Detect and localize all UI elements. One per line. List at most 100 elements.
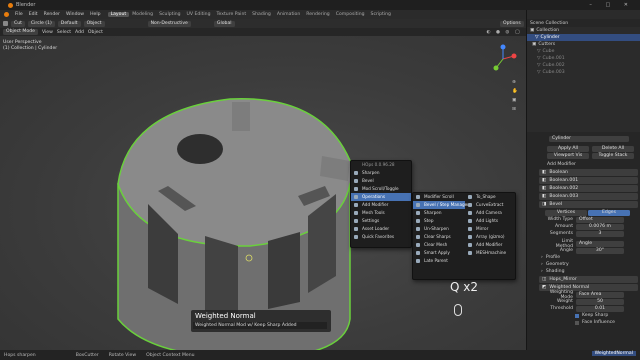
- outliner-header: Scene Collection: [527, 19, 640, 27]
- tab-rendering[interactable]: Rendering: [303, 12, 332, 17]
- menu-help[interactable]: Help: [87, 12, 103, 17]
- options-dropdown[interactable]: Options: [500, 20, 524, 27]
- menu-item-mod-scroll[interactable]: Mod Scroll/Toggle: [351, 185, 411, 193]
- field-width-type[interactable]: Width Type Offset: [527, 216, 640, 223]
- modifier-boolean-003[interactable]: ◧ Boolean.003: [539, 193, 638, 200]
- outliner-item-cube-003[interactable]: ▽ Cube.003: [527, 69, 640, 76]
- outliner-item-cutters[interactable]: ▣ Cutters: [527, 41, 640, 48]
- op-clear-mesh[interactable]: Clear Mesh: [413, 241, 465, 249]
- field-amount[interactable]: Amount 0.0076 m: [527, 223, 640, 230]
- blender-menu-icon[interactable]: [4, 12, 9, 17]
- checkbox-face-influence[interactable]: Face Influence: [527, 319, 640, 326]
- subpanel-geometry[interactable]: › Geometry: [527, 261, 640, 268]
- op-unsharpen[interactable]: Un-Sharpen: [413, 225, 465, 233]
- viewport-nav-icons[interactable]: ⊕ ✋ ▣ ⊞: [512, 78, 518, 114]
- outliner-item-cylinder[interactable]: ▽ Cylinder: [527, 34, 640, 41]
- 3d-viewport[interactable]: User Perspective (1) Collection | Cylind…: [0, 36, 526, 350]
- menu-item-add-modifier[interactable]: Add Modifier: [351, 201, 411, 209]
- menu-object[interactable]: Object: [88, 30, 103, 35]
- sharpen-icon: [354, 171, 358, 175]
- tab-edges[interactable]: Edges: [588, 210, 630, 216]
- modifier-hops-mirror[interactable]: ◫ Hops_Mirror: [539, 276, 638, 283]
- navigation-gizmo[interactable]: [488, 44, 518, 74]
- window-controls[interactable]: – □ ✕: [589, 2, 634, 8]
- menu-edit[interactable]: Edit: [26, 12, 41, 17]
- op-add-camera[interactable]: Add Camera: [465, 209, 515, 217]
- op-modifier-scroll[interactable]: Modifier Scroll: [413, 193, 465, 201]
- field-limit-method[interactable]: Limit Method Angle: [527, 239, 640, 249]
- delete-all-button[interactable]: Delete All: [592, 146, 634, 152]
- tab-animation[interactable]: Animation: [274, 12, 303, 17]
- op-to-shape[interactable]: To_Shape: [465, 193, 515, 201]
- menu-add[interactable]: Add: [75, 30, 84, 35]
- menu-item-asset-loader[interactable]: Asset Loader: [351, 225, 411, 233]
- op-array-gizmo[interactable]: Array (gizmo): [465, 233, 515, 241]
- orientation-dropdown[interactable]: Global: [213, 20, 235, 27]
- properties-editor: Cylinder Apply All Delete All Viewport V…: [527, 132, 640, 350]
- op-mirror[interactable]: Mirror: [465, 225, 515, 233]
- field-threshold[interactable]: Threshold 0.01: [527, 305, 640, 312]
- menu-item-mesh-tools[interactable]: Mesh Tools: [351, 209, 411, 217]
- outliner-item-cube[interactable]: ▽ Cube: [527, 48, 640, 55]
- shape-dropdown[interactable]: Circle (1): [27, 20, 55, 27]
- cut-tool-icon[interactable]: [3, 21, 8, 26]
- op-add-lights[interactable]: Add Lights: [465, 217, 515, 225]
- subpanel-shading[interactable]: › Shading: [527, 268, 640, 275]
- boolean-mode-dropdown[interactable]: Default: [57, 20, 81, 27]
- field-angle[interactable]: Angle 30°: [527, 247, 640, 254]
- method-dropdown[interactable]: Non-Destructive: [147, 20, 191, 27]
- tab-shading[interactable]: Shading: [249, 12, 274, 17]
- menu-view[interactable]: View: [42, 30, 53, 35]
- toggle-stack-button[interactable]: Toggle Stack: [592, 153, 634, 159]
- tab-compositing[interactable]: Compositing: [333, 12, 368, 17]
- object-mode-dropdown[interactable]: Object Mode: [3, 29, 38, 35]
- op-clear-sharps[interactable]: Clear Sharps: [413, 233, 465, 241]
- op-smart-apply[interactable]: Smart Apply: [413, 249, 465, 257]
- tab-uv-editing[interactable]: UV Editing: [184, 12, 214, 17]
- modifier-boolean-001[interactable]: ◧ Boolean.001: [539, 177, 638, 184]
- menu-file[interactable]: File: [12, 12, 26, 17]
- viewport-vis-button[interactable]: Viewport Vis: [547, 153, 589, 159]
- notification-subtitle: Weighted Normal Mod w/ Keep Sharp Added: [193, 322, 327, 329]
- shading-mode-icons[interactable]: ◐ ● ◍ ◯: [486, 30, 522, 35]
- menu-item-bevel[interactable]: Bevel: [351, 177, 411, 185]
- field-weight[interactable]: Weight 50: [527, 298, 640, 305]
- op-curve-extract[interactable]: CurveExtract: [465, 201, 515, 209]
- field-weighting-mode[interactable]: Weighting Mode Face Area: [527, 290, 640, 300]
- modifier-bevel[interactable]: ◨ Bevel: [539, 201, 638, 208]
- menu-select[interactable]: Select: [57, 30, 71, 35]
- tab-sculpting[interactable]: Sculpting: [156, 12, 183, 17]
- tab-scripting[interactable]: Scripting: [368, 12, 394, 17]
- op-step[interactable]: Step: [413, 217, 465, 225]
- tab-modeling[interactable]: Modeling: [129, 12, 156, 17]
- star-icon: [354, 235, 358, 239]
- tab-vertices[interactable]: Vertices: [545, 210, 587, 216]
- modifier-boolean-002[interactable]: ◧ Boolean.002: [539, 185, 638, 192]
- tool-name[interactable]: Cut: [11, 20, 25, 27]
- op-bevel-step-manager[interactable]: Bevel / Step Manager: [413, 201, 469, 209]
- menu-render[interactable]: Render: [41, 12, 63, 17]
- op-late-parent[interactable]: Late Parent: [413, 257, 465, 265]
- op-add-modifier[interactable]: Add Modifier: [465, 241, 515, 249]
- outliner-item-collection[interactable]: ▣ Collection: [527, 27, 640, 34]
- subpanel-profile[interactable]: › Profile: [527, 254, 640, 261]
- menu-item-operations[interactable]: Operations: [351, 193, 411, 201]
- menu-item-settings[interactable]: Settings: [351, 217, 411, 225]
- op-sharpen[interactable]: Sharpen: [413, 209, 465, 217]
- add-modifier-button[interactable]: Add Modifier: [527, 160, 640, 168]
- apply-all-button[interactable]: Apply All: [547, 146, 589, 152]
- tab-layout[interactable]: Layout: [107, 12, 130, 17]
- cut-target-dropdown[interactable]: Object: [83, 20, 105, 27]
- checkbox-keep-sharp[interactable]: Keep Sharp: [527, 312, 640, 319]
- menu-item-sharpen[interactable]: Sharpen: [351, 169, 411, 177]
- outliner-item-cube-002[interactable]: ▽ Cube.002: [527, 62, 640, 69]
- op-meshmachine[interactable]: MESHmachine: [465, 249, 515, 257]
- menu-item-quick-favorites[interactable]: Quick Favorites: [351, 233, 411, 241]
- field-segments[interactable]: Segments 3: [527, 230, 640, 237]
- tab-texture-paint[interactable]: Texture Paint: [214, 12, 250, 17]
- object-name-field[interactable]: Cylinder: [549, 136, 629, 142]
- outliner-item-cube-001[interactable]: ▽ Cube.001: [527, 55, 640, 62]
- menu-window[interactable]: Window: [63, 12, 87, 17]
- modifier-boolean[interactable]: ◧ Boolean: [539, 169, 638, 176]
- status-bar: Hops sharpen BoxCutter Rotate View Objec…: [0, 350, 640, 360]
